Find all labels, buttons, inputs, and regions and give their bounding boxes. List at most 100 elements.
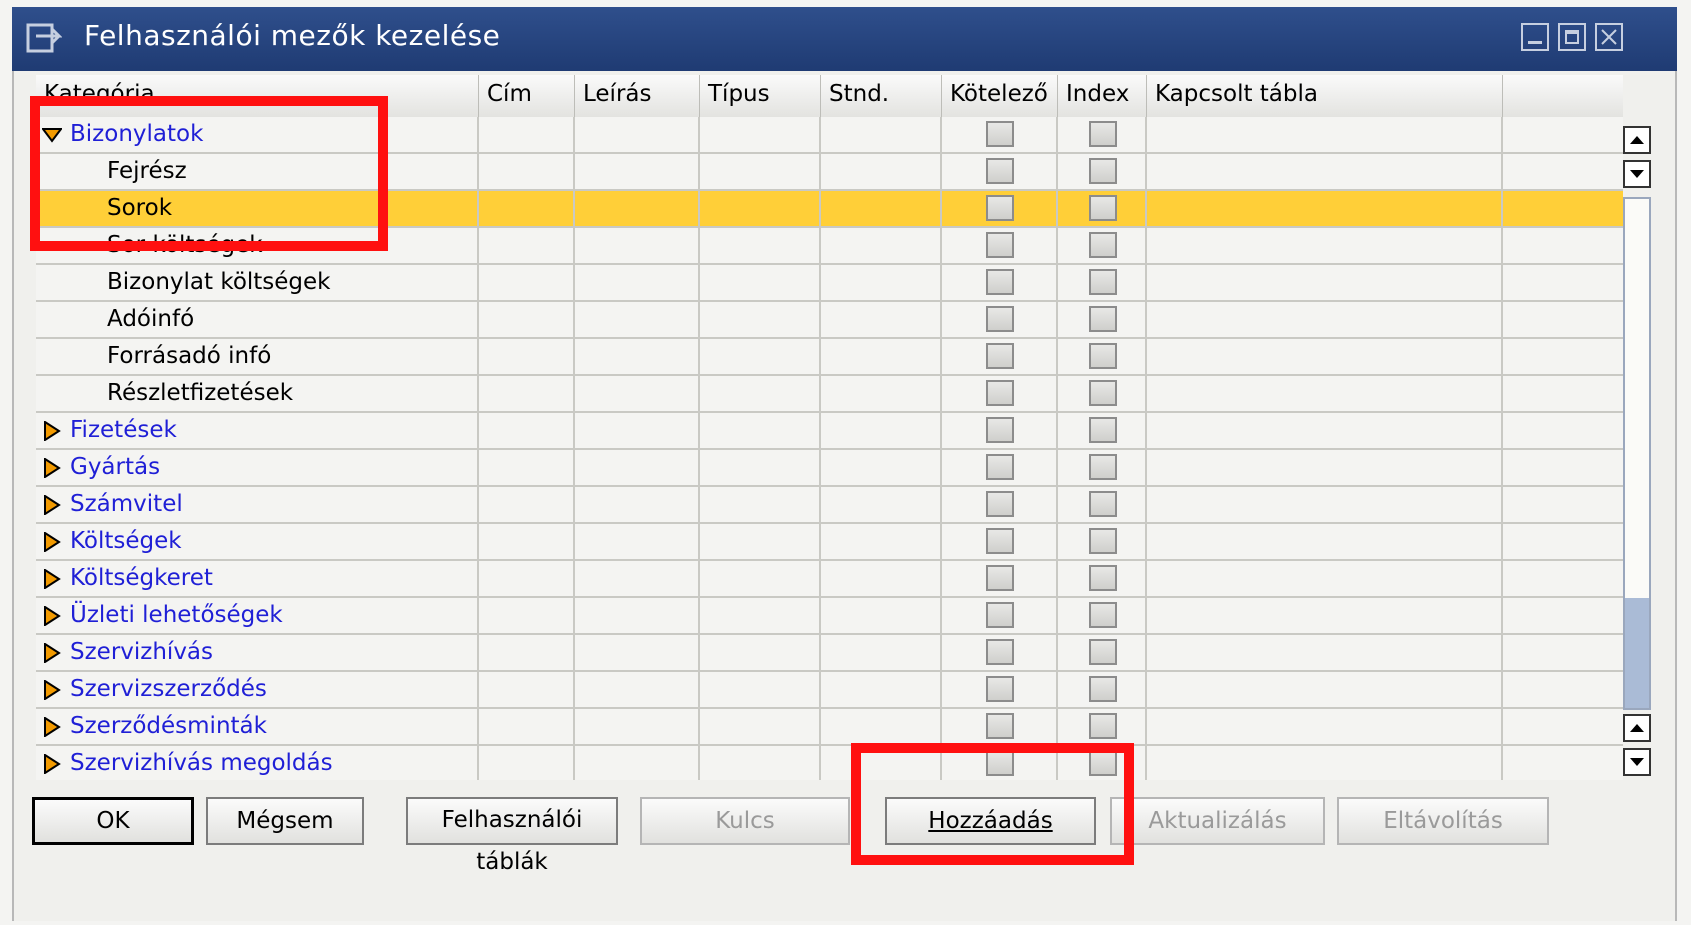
cell-mandatory[interactable] [942,117,1058,152]
cell-type[interactable] [700,413,821,448]
cell-description[interactable] [575,598,700,633]
scroll-down-button[interactable] [1623,160,1651,188]
cell-linked-table[interactable] [1147,524,1503,559]
cell-mandatory[interactable] [942,598,1058,633]
cell-description[interactable] [575,413,700,448]
cell-linked-table[interactable] [1147,154,1503,189]
cell-index[interactable] [1058,672,1147,707]
cell-type[interactable] [700,672,821,707]
cell-mandatory[interactable] [942,265,1058,300]
cell-standard[interactable] [821,524,942,559]
cell-linked-table[interactable] [1147,376,1503,411]
cell-linked-table[interactable] [1147,672,1503,707]
cell-description[interactable] [575,154,700,189]
cell-type[interactable] [700,154,821,189]
mandatory-checkbox[interactable] [986,565,1014,591]
ok-button[interactable]: OK [32,797,194,845]
table-row[interactable]: Szervizhívás [36,635,1623,672]
key-button[interactable]: Kulcs [640,797,850,845]
index-checkbox[interactable] [1089,639,1117,665]
cell-mandatory[interactable] [942,228,1058,263]
cell-index[interactable] [1058,265,1147,300]
cell-title[interactable] [479,672,575,707]
cell-type[interactable] [700,709,821,744]
table-row[interactable]: Költségkeret [36,561,1623,598]
scroll-track[interactable] [1623,197,1651,710]
cell-mandatory[interactable] [942,672,1058,707]
cell-title[interactable] [479,339,575,374]
collapsed-triangle-icon[interactable] [42,754,62,774]
cell-description[interactable] [575,672,700,707]
mandatory-checkbox[interactable] [986,454,1014,480]
table-row[interactable]: Bizonylat költségek [36,265,1623,302]
cell-linked-table[interactable] [1147,561,1503,596]
mandatory-checkbox[interactable] [986,343,1014,369]
mandatory-checkbox[interactable] [986,676,1014,702]
cell-category[interactable]: Üzleti lehetőségek [36,598,479,633]
table-row[interactable]: Szerződésminták [36,709,1623,746]
cell-description[interactable] [575,487,700,522]
cell-linked-table[interactable] [1147,598,1503,633]
cell-linked-table[interactable] [1147,228,1503,263]
cell-standard[interactable] [821,672,942,707]
cell-index[interactable] [1058,450,1147,485]
cell-type[interactable] [700,376,821,411]
cell-mandatory[interactable] [942,709,1058,744]
cell-linked-table[interactable] [1147,450,1503,485]
cell-index[interactable] [1058,376,1147,411]
scroll-up-button[interactable] [1623,126,1651,154]
cell-title[interactable] [479,450,575,485]
cell-description[interactable] [575,746,700,780]
cell-mandatory[interactable] [942,487,1058,522]
cell-standard[interactable] [821,117,942,152]
cell-standard[interactable] [821,154,942,189]
cell-description[interactable] [575,302,700,337]
cell-description[interactable] [575,228,700,263]
title-bar[interactable]: Felhasználói mezők kezelése [12,7,1677,71]
cell-title[interactable] [479,228,575,263]
cell-linked-table[interactable] [1147,709,1503,744]
mandatory-checkbox[interactable] [986,417,1014,443]
cell-index[interactable] [1058,413,1147,448]
cell-type[interactable] [700,302,821,337]
column-header-standard[interactable]: Stnd. [821,75,942,117]
collapsed-triangle-icon[interactable] [42,643,62,663]
cell-standard[interactable] [821,709,942,744]
table-row[interactable]: Számvitel [36,487,1623,524]
cell-type[interactable] [700,746,821,780]
cell-linked-table[interactable] [1147,339,1503,374]
mandatory-checkbox[interactable] [986,195,1014,221]
table-row[interactable]: Szervizhívás megoldás [36,746,1623,780]
mandatory-checkbox[interactable] [986,713,1014,739]
cell-title[interactable] [479,376,575,411]
cell-index[interactable] [1058,635,1147,670]
remove-button[interactable]: Eltávolítás [1337,797,1549,845]
cell-linked-table[interactable] [1147,746,1503,780]
maximize-button[interactable] [1558,23,1586,51]
cell-description[interactable] [575,117,700,152]
column-header-description[interactable]: Leírás [575,75,700,117]
scroll-page-up-button[interactable] [1623,714,1651,742]
cell-index[interactable] [1058,598,1147,633]
index-checkbox[interactable] [1089,380,1117,406]
index-checkbox[interactable] [1089,528,1117,554]
cell-linked-table[interactable] [1147,191,1503,226]
cell-mandatory[interactable] [942,154,1058,189]
cell-category[interactable]: Szerződésminták [36,709,479,744]
minimize-button[interactable] [1521,23,1549,51]
cell-type[interactable] [700,191,821,226]
index-checkbox[interactable] [1089,713,1117,739]
cell-description[interactable] [575,524,700,559]
index-checkbox[interactable] [1089,195,1117,221]
index-checkbox[interactable] [1089,565,1117,591]
cell-category[interactable]: Számvitel [36,487,479,522]
cell-category[interactable]: Gyártás [36,450,479,485]
vertical-scrollbar[interactable] [1623,117,1651,780]
cell-index[interactable] [1058,709,1147,744]
cell-mandatory[interactable] [942,413,1058,448]
user-tables-button[interactable]: Felhasználói táblák [406,797,618,875]
table-row[interactable]: Forrásadó infó [36,339,1623,376]
cell-type[interactable] [700,450,821,485]
cell-type[interactable] [700,117,821,152]
cell-linked-table[interactable] [1147,413,1503,448]
